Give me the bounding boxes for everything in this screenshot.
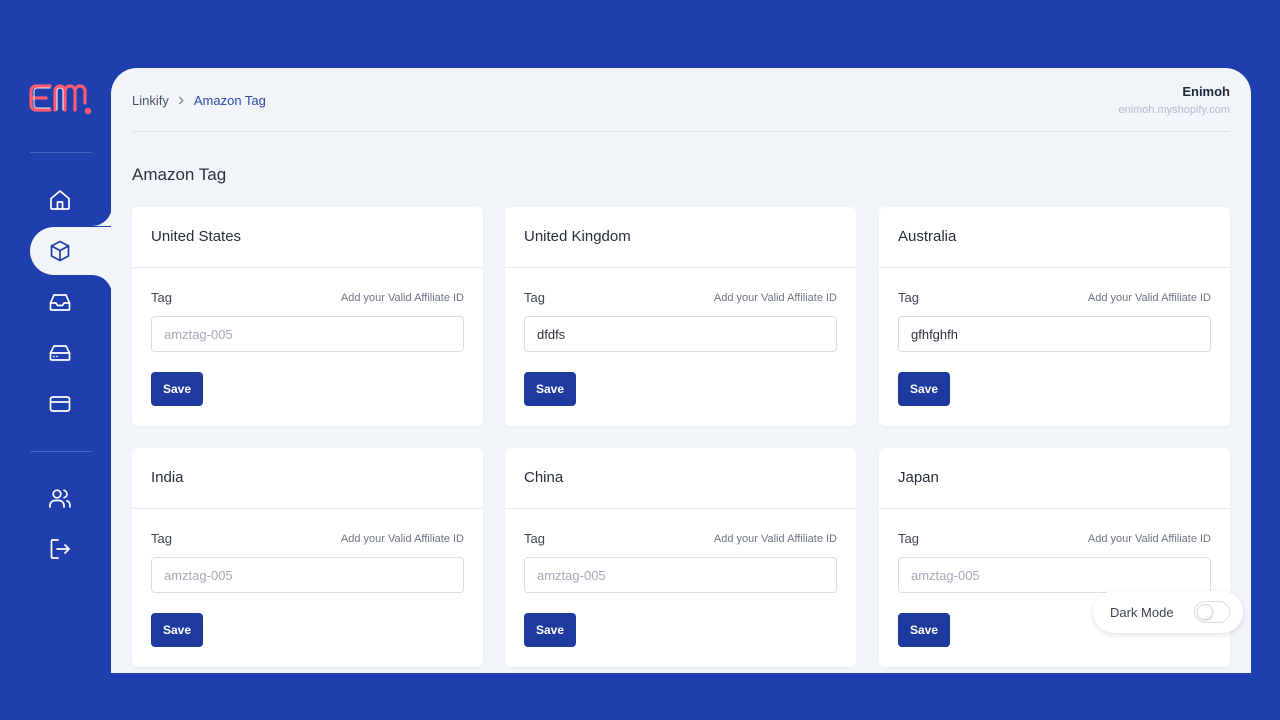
country-card-india: India Tag Add your Valid Affiliate ID Sa…	[132, 448, 483, 667]
country-card-united-states: United States Tag Add your Valid Affilia…	[132, 207, 483, 426]
sidebar-item-logout[interactable]	[30, 525, 112, 573]
inbox-icon	[49, 294, 71, 311]
breadcrumb-current: Amazon Tag	[193, 93, 266, 108]
home-icon	[50, 190, 70, 210]
save-button-japan[interactable]: Save	[898, 613, 950, 647]
affiliate-hint: Add your Valid Affiliate ID	[340, 532, 464, 545]
users-icon	[49, 489, 71, 508]
sidebar-item-users[interactable]	[30, 474, 112, 522]
country-card-australia: Australia Tag Add your Valid Affiliate I…	[879, 207, 1230, 426]
sidebar-divider	[30, 451, 92, 452]
tag-label: Tag	[898, 290, 919, 305]
credit-card-icon	[49, 396, 71, 412]
card-title: Japan	[879, 448, 1230, 509]
tag-input-india[interactable]	[151, 557, 464, 593]
tag-input-japan[interactable]	[898, 557, 1211, 593]
tag-label: Tag	[524, 531, 545, 546]
sidebar-item-billing[interactable]	[30, 380, 112, 428]
affiliate-hint: Add your Valid Affiliate ID	[713, 532, 837, 545]
breadcrumb: Linkify Amazon Tag	[132, 93, 266, 108]
tag-input-united-kingdom[interactable]	[524, 316, 837, 352]
save-button-china[interactable]: Save	[524, 613, 576, 647]
brand-logo[interactable]	[28, 78, 94, 118]
user-store-domain: enimoh.myshopify.com	[1118, 104, 1230, 116]
card-title: United States	[132, 207, 483, 268]
country-card-china: China Tag Add your Valid Affiliate ID Sa…	[505, 448, 856, 667]
page-header: Linkify Amazon Tag Enimoh enimoh.myshopi…	[132, 68, 1230, 132]
dark-mode-label: Dark Mode	[1110, 604, 1174, 620]
sidebar-item-storage[interactable]	[30, 329, 112, 377]
tag-input-australia[interactable]	[898, 316, 1211, 352]
save-button-india[interactable]: Save	[151, 613, 203, 647]
save-button-australia[interactable]: Save	[898, 372, 950, 406]
save-button-united-kingdom[interactable]: Save	[524, 372, 576, 406]
box-icon	[50, 240, 70, 262]
affiliate-hint: Add your Valid Affiliate ID	[713, 291, 837, 304]
card-title: India	[132, 448, 483, 509]
switch-knob	[1196, 604, 1213, 620]
brand-logo-icon	[29, 84, 92, 115]
tag-label: Tag	[151, 290, 172, 305]
dark-mode-toggle: Dark Mode	[1093, 591, 1243, 633]
tag-label: Tag	[151, 531, 172, 546]
logout-icon	[50, 539, 70, 559]
main-panel: Linkify Amazon Tag Enimoh enimoh.myshopi…	[111, 68, 1251, 673]
country-card-japan: Japan Tag Add your Valid Affiliate ID Sa…	[879, 448, 1230, 667]
card-title: Australia	[879, 207, 1230, 268]
country-card-united-kingdom: United Kingdom Tag Add your Valid Affili…	[505, 207, 856, 426]
save-button-united-states[interactable]: Save	[151, 372, 203, 406]
breadcrumb-root-link[interactable]: Linkify	[132, 93, 169, 108]
page-title: Amazon Tag	[132, 165, 227, 184]
drive-icon	[49, 345, 71, 361]
chevron-right-icon	[177, 94, 186, 108]
sidebar-item-products[interactable]	[30, 227, 112, 275]
affiliate-hint: Add your Valid Affiliate ID	[1087, 532, 1211, 545]
tag-input-united-states[interactable]	[151, 316, 464, 352]
tag-input-china[interactable]	[524, 557, 837, 593]
sidebar-divider	[30, 152, 92, 153]
card-title: United Kingdom	[505, 207, 856, 268]
user-info[interactable]: Enimoh enimoh.myshopify.com	[1118, 84, 1230, 116]
tag-label: Tag	[898, 531, 919, 546]
user-name: Enimoh	[1182, 84, 1230, 99]
sidebar-active-curve	[92, 206, 112, 226]
dark-mode-switch[interactable]	[1193, 601, 1230, 623]
affiliate-hint: Add your Valid Affiliate ID	[1087, 291, 1211, 304]
tag-label: Tag	[524, 290, 545, 305]
card-title: China	[505, 448, 856, 509]
affiliate-hint: Add your Valid Affiliate ID	[340, 291, 464, 304]
sidebar-item-inbox[interactable]	[30, 278, 112, 326]
